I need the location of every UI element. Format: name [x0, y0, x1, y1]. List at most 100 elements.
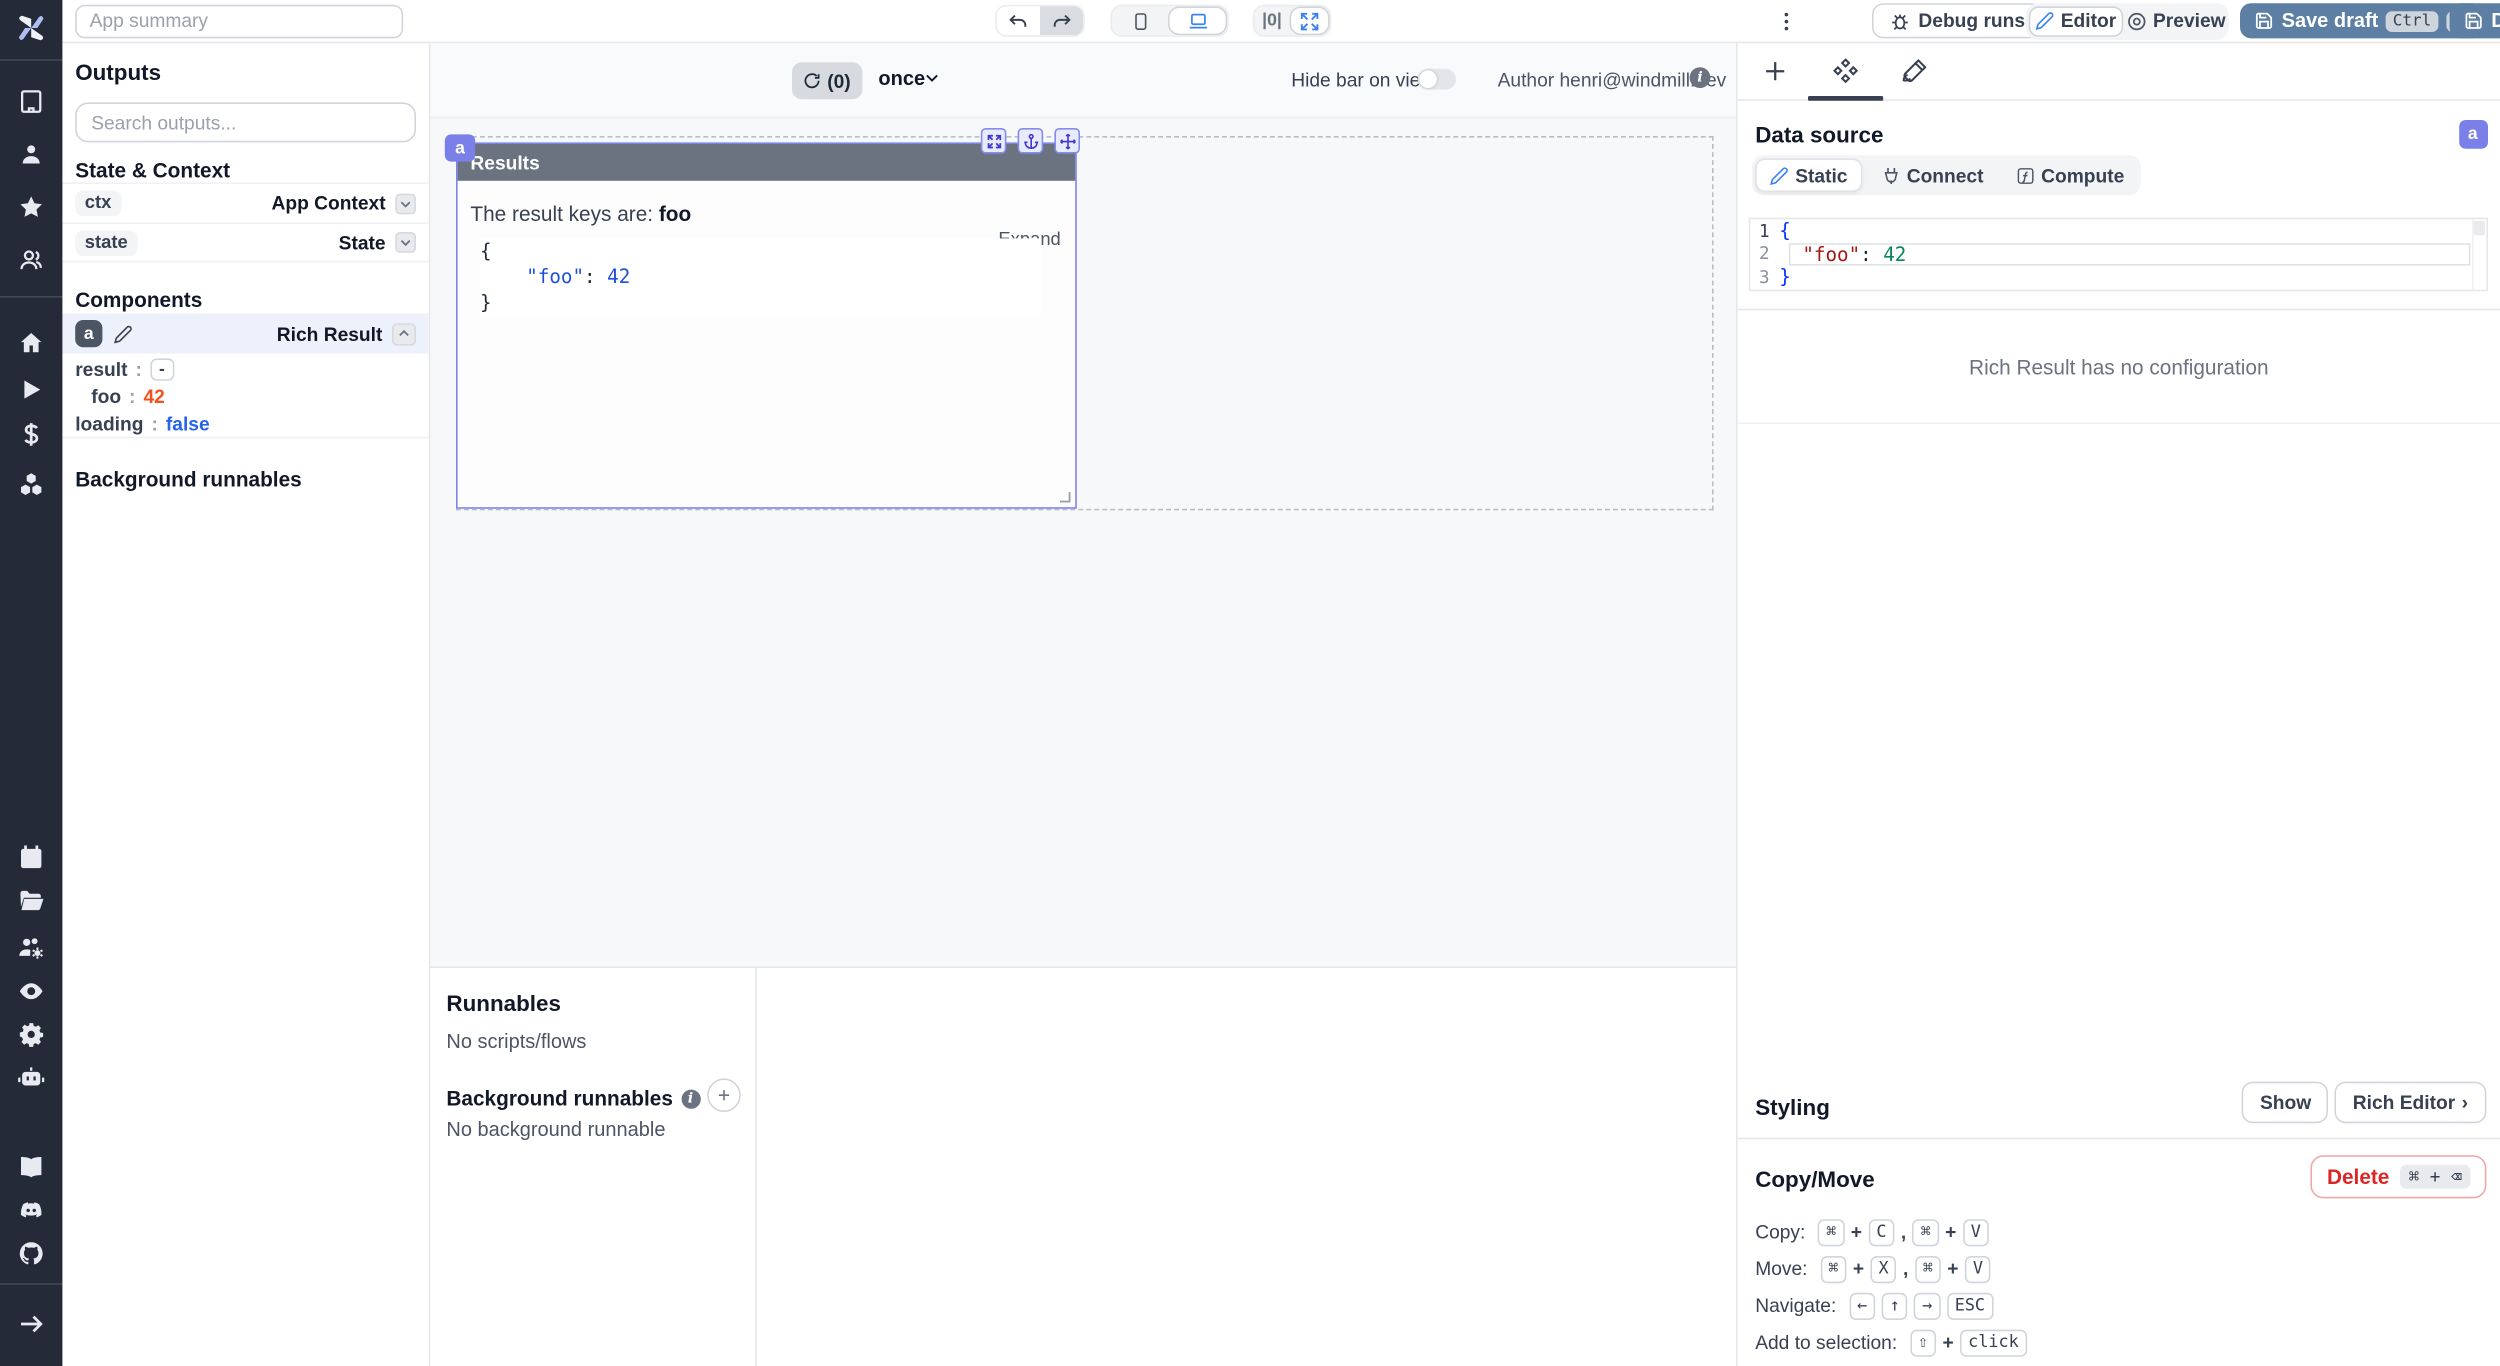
preview-tab[interactable]: Preview — [2126, 6, 2226, 36]
chevron-down-icon[interactable] — [395, 232, 416, 253]
component-body: The result keys are: foo Expand { "foo":… — [458, 181, 1076, 507]
refresh-count-button[interactable]: (0) — [792, 62, 862, 99]
styling-title: Styling — [1755, 1094, 1830, 1120]
sidebar — [0, 0, 62, 1366]
show-styling-button[interactable]: Show — [2242, 1082, 2328, 1124]
rename-pencil-icon[interactable] — [114, 324, 133, 343]
chevron-down-icon[interactable] — [923, 69, 941, 87]
connect-mode-button[interactable]: Connect — [1868, 158, 1996, 192]
user-icon[interactable] — [18, 141, 45, 168]
apps-icon[interactable] — [18, 88, 45, 115]
runnables-panel: Runnables No scripts/flows Background ru… — [430, 966, 1736, 1366]
deploy-button[interactable]: Deploy — [2450, 3, 2500, 38]
debug-runs-button[interactable]: Debug runs — [1872, 3, 2043, 38]
compute-mode-button[interactable]: Compute — [2003, 158, 2137, 192]
runs-play-icon[interactable] — [18, 376, 45, 403]
insert-component-tab[interactable] — [1762, 58, 1789, 85]
divider — [755, 968, 757, 1366]
fullscreen-button[interactable] — [1290, 6, 1330, 35]
github-icon[interactable] — [18, 1240, 45, 1267]
component-badge: a — [2458, 120, 2487, 149]
width-indicator-button[interactable]: |0| — [1254, 6, 1289, 35]
app-canvas[interactable]: a Results The result keys are: foo Expan… — [430, 118, 1736, 966]
windmill-app-editor: |0| Debug runs Editor Preview Save draft… — [0, 0, 2500, 1366]
loading-value: false — [166, 413, 210, 435]
outputs-title: Outputs — [75, 59, 161, 85]
assistant-bot-icon[interactable] — [18, 1064, 45, 1091]
result-tree-row[interactable]: result : - — [75, 357, 174, 383]
pencil-icon — [2035, 11, 2054, 30]
json-code-editor[interactable]: 1{ 2 "foo": 42 3} — [1749, 218, 2488, 292]
rich-editor-button[interactable]: Rich Editor› — [2335, 1082, 2485, 1124]
state-context-title: State & Context — [75, 158, 230, 182]
delete-component-button[interactable]: Delete ⌘ + ⌫ — [2311, 1155, 2486, 1198]
no-configuration-text: Rich Result has no configuration — [1738, 310, 2500, 424]
rich-result-component[interactable]: Results The result keys are: foo Expand … — [456, 142, 1077, 508]
workers-users-gear-icon[interactable] — [18, 934, 45, 961]
editor-tab[interactable]: Editor — [2029, 6, 2123, 36]
add-selection-shortcut-row: Add to selection: ⇧+click — [1755, 1330, 2027, 1356]
home-icon[interactable] — [18, 330, 45, 357]
component-settings-tab[interactable] — [1832, 58, 1859, 85]
static-mode-button[interactable]: Static — [1755, 158, 1862, 192]
canvas-column: (0) once Hide bar on view Author henri@w… — [430, 43, 1736, 1366]
resize-handle[interactable] — [1058, 490, 1072, 504]
pencil-icon — [1770, 166, 1789, 185]
undo-redo-group — [995, 5, 1085, 37]
expand-component-icon[interactable] — [981, 128, 1007, 154]
current-line-highlight — [1789, 243, 2471, 266]
windmill-logo-icon[interactable] — [13, 10, 50, 47]
divider — [62, 437, 428, 439]
styling-section: Styling Show Rich Editor› — [1738, 1067, 2500, 1139]
foo-tree-row[interactable]: foo : 42 — [91, 384, 165, 410]
chevron-up-icon[interactable] — [392, 322, 416, 344]
audit-eye-icon[interactable] — [18, 978, 45, 1005]
outputs-panel: Outputs State & Context ctx App Context … — [62, 43, 430, 1366]
chevron-right-icon: › — [2462, 1091, 2468, 1113]
function-icon — [2016, 166, 2035, 185]
favorites-star-icon[interactable] — [18, 194, 45, 221]
copy-shortcut-row: Copy: ⌘+C, ⌘+V — [1755, 1219, 1989, 1245]
component-actions — [981, 128, 1080, 154]
styling-brush-tab[interactable] — [1901, 58, 1928, 85]
runnables-title: Runnables — [446, 990, 561, 1016]
move-icon[interactable] — [1054, 128, 1080, 154]
hide-bar-toggle[interactable] — [1418, 69, 1456, 90]
more-menu-button[interactable] — [1774, 8, 1800, 35]
background-runnables-title: Background runnables — [75, 467, 302, 491]
settings-gear-icon[interactable] — [18, 1021, 45, 1048]
info-icon[interactable]: i — [681, 1089, 700, 1108]
info-icon[interactable]: i — [1690, 67, 1711, 88]
state-row[interactable]: state State — [62, 222, 428, 262]
ctrl-kbd: Ctrl — [2386, 10, 2437, 31]
component-a-row[interactable]: a Rich Result — [62, 314, 428, 354]
collapse-arrow-icon[interactable] — [18, 1310, 45, 1337]
desktop-view-button[interactable] — [1168, 6, 1227, 35]
delete-shortcut-kbd: ⌘ + ⌫ — [2401, 1165, 2470, 1189]
save-draft-button[interactable]: Save draft CtrlS — [2240, 3, 2483, 38]
frequency-select[interactable]: once — [878, 67, 925, 89]
search-outputs-input[interactable] — [75, 102, 416, 142]
refresh-icon — [803, 72, 821, 90]
docs-book-icon[interactable] — [18, 1154, 45, 1181]
save-icon — [2254, 11, 2273, 30]
schedules-calendar-icon[interactable] — [18, 843, 45, 870]
folders-icon[interactable] — [18, 886, 45, 913]
app-summary-input[interactable] — [75, 4, 403, 38]
mobile-view-button[interactable] — [1112, 6, 1168, 35]
ctx-row[interactable]: ctx App Context — [62, 182, 428, 222]
chevron-down-icon[interactable] — [395, 193, 416, 214]
collapse-minus-button[interactable]: - — [150, 358, 174, 380]
discord-icon[interactable] — [18, 1197, 45, 1224]
groups-icon[interactable] — [18, 246, 45, 273]
undo-button[interactable] — [997, 6, 1040, 35]
redo-button[interactable] — [1040, 6, 1083, 35]
top-header: |0| Debug runs Editor Preview Save draft… — [62, 0, 2500, 43]
resources-boxes-icon[interactable] — [18, 470, 45, 497]
data-source-mode-toggle: Static Connect Compute — [1752, 155, 2140, 195]
anchor-icon[interactable] — [1018, 128, 1044, 154]
add-background-runnable-button[interactable] — [707, 1078, 741, 1112]
loading-tree-row[interactable]: loading : false — [75, 411, 209, 437]
layout-fullscreen-group: |0| — [1253, 5, 1331, 37]
variables-dollar-icon[interactable] — [18, 421, 45, 448]
